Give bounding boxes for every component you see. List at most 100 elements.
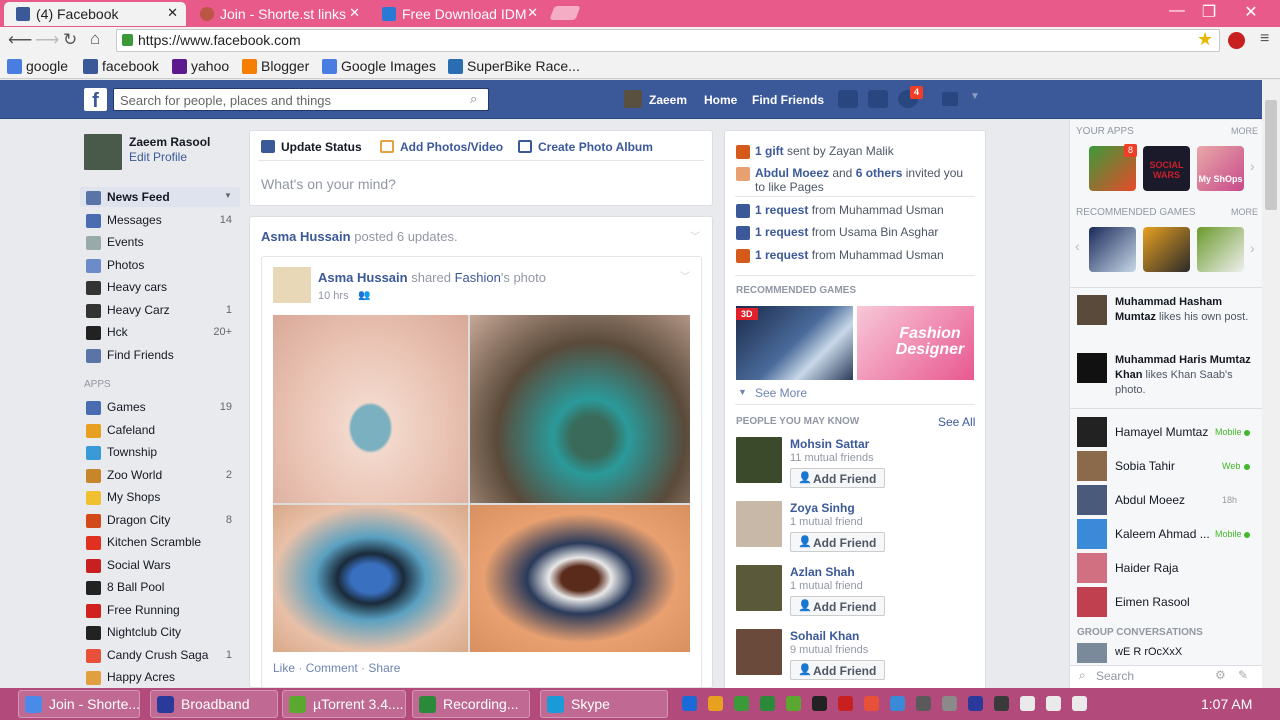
profile-link[interactable]: Zaeem	[649, 93, 687, 107]
post-timestamp[interactable]: 10 hrs	[318, 290, 349, 302]
chat-name[interactable]: Sobia Tahir	[1115, 459, 1175, 473]
tray-icon[interactable]	[942, 696, 957, 711]
tray-icon[interactable]	[760, 696, 775, 711]
gear-icon[interactable]: ⚙	[1215, 668, 1226, 682]
tray-icon[interactable]	[1046, 696, 1061, 711]
mutual-friends[interactable]: 1 mutual friend	[790, 580, 863, 592]
app-item-9[interactable]: Free Running	[107, 603, 180, 617]
game-racing-thumb[interactable]	[1089, 227, 1136, 272]
tab-idm[interactable]: Free Download IDM ✕	[370, 2, 546, 26]
ticker-avatar[interactable]	[1077, 295, 1107, 325]
tray-icon[interactable]	[890, 696, 905, 711]
app-item-4[interactable]: My Shops	[107, 490, 160, 504]
tray-icon[interactable]	[864, 696, 879, 711]
friend-requests-icon[interactable]	[838, 90, 858, 108]
page-link[interactable]: Fashion	[455, 270, 501, 285]
tray-icon[interactable]	[734, 696, 749, 711]
person-photo[interactable]	[736, 629, 782, 675]
see-more-link[interactable]: See More	[755, 386, 807, 400]
nav-item-3[interactable]: Photos	[107, 258, 144, 272]
nav-item-2[interactable]: Events	[107, 235, 144, 249]
chat-search-input[interactable]: Search	[1096, 669, 1134, 683]
privacy-icon[interactable]	[942, 92, 958, 106]
taskbar-button-4[interactable]: Skype	[540, 690, 668, 718]
home-link[interactable]: Home	[704, 93, 737, 107]
game-naruto-thumb[interactable]	[1143, 227, 1190, 272]
app-item-3[interactable]: Zoo World	[107, 468, 162, 482]
facebook-logo-icon[interactable]: f	[84, 88, 107, 112]
app-item-11[interactable]: Candy Crush Saga	[107, 648, 208, 662]
chat-avatar[interactable]	[1077, 451, 1107, 481]
home-icon[interactable]: ⌂	[90, 29, 100, 49]
mutual-friends[interactable]: 9 mutual friends	[790, 644, 868, 656]
add-photos-tab[interactable]: Add Photos/Video	[400, 140, 503, 154]
app-item-7[interactable]: Social Wars	[107, 558, 171, 572]
tray-icon[interactable]	[812, 696, 827, 711]
app-item-5[interactable]: Dragon City	[107, 513, 170, 527]
search-icon[interactable]: ⌕	[470, 91, 477, 107]
back-icon[interactable]: ⟵	[8, 30, 32, 50]
app-item-1[interactable]: Cafeland	[107, 423, 155, 437]
tray-icon[interactable]	[1020, 696, 1035, 711]
close-tab-icon[interactable]: ✕	[527, 5, 538, 21]
person-name[interactable]: Mohsin Sattar	[790, 437, 869, 451]
request-item[interactable]: 1 gift sent by Zayan Malik	[755, 144, 975, 158]
audience-icon[interactable]: 👥	[358, 290, 370, 301]
chevron-left-icon[interactable]: ‹	[1075, 238, 1080, 254]
more-link[interactable]: MORE	[1231, 207, 1258, 217]
messages-icon[interactable]	[868, 90, 888, 108]
taskbar-button-2[interactable]: µTorrent 3.4....	[282, 690, 406, 718]
person-photo[interactable]	[736, 437, 782, 483]
tray-icon[interactable]	[916, 696, 931, 711]
close-tab-icon[interactable]: ✕	[349, 5, 360, 21]
group-name[interactable]: wE R rOcXxX	[1115, 646, 1182, 658]
nav-item-5[interactable]: Heavy Carz	[107, 303, 170, 317]
chat-avatar[interactable]	[1077, 485, 1107, 515]
chat-avatar[interactable]	[1077, 519, 1107, 549]
app-item-12[interactable]: Happy Acres	[107, 670, 175, 684]
extension-icon[interactable]	[1228, 32, 1245, 49]
chat-name[interactable]: Eimen Rasool	[1115, 595, 1190, 609]
shared-photo[interactable]	[273, 315, 690, 652]
tray-icon[interactable]	[786, 696, 801, 711]
ticker-item[interactable]: Muhammad Hasham Mumtaz likes his own pos…	[1115, 295, 1257, 325]
app-my-shops[interactable]: My ShOps	[1197, 146, 1244, 191]
new-message-icon[interactable]: ✎	[1238, 668, 1248, 682]
nav-item-0[interactable]: News Feed	[107, 190, 170, 204]
chat-avatar[interactable]	[1077, 417, 1107, 447]
person-photo[interactable]	[736, 501, 782, 547]
add-friend-button[interactable]: 👤 Add Friend	[790, 532, 886, 552]
nav-item-4[interactable]: Heavy cars	[107, 280, 167, 294]
add-friend-button[interactable]: 👤 Add Friend	[790, 468, 886, 488]
person-photo[interactable]	[736, 565, 782, 611]
update-status-tab[interactable]: Update Status	[281, 140, 362, 154]
new-tab-button[interactable]	[549, 6, 581, 20]
clock[interactable]: 1:07 AM	[1201, 696, 1252, 712]
tray-icon[interactable]	[1072, 696, 1087, 711]
chat-name[interactable]: Kaleem Ahmad ...	[1115, 527, 1210, 541]
menu-icon[interactable]: ≡	[1260, 30, 1269, 48]
chevron-right-icon[interactable]: ›	[1250, 240, 1255, 256]
url-text[interactable]: https://www.facebook.com	[138, 32, 301, 48]
profile-name[interactable]: Zaeem Rasool	[129, 135, 210, 149]
request-item[interactable]: 1 request from Muhammad Usman	[755, 248, 975, 262]
star-icon[interactable]: ★	[1197, 29, 1213, 50]
minimize-icon[interactable]: —	[1162, 2, 1192, 22]
app-social-wars[interactable]: SOCIAL WARS	[1143, 146, 1190, 191]
status-input[interactable]: What's on your mind?	[261, 176, 396, 192]
profile-picture[interactable]	[84, 134, 122, 170]
taskbar-button-0[interactable]: Join - Shorte....	[18, 690, 140, 718]
close-window-icon[interactable]: ✕	[1236, 2, 1266, 22]
post-author-avatar[interactable]	[273, 267, 311, 303]
tray-icon[interactable]	[682, 696, 697, 711]
nav-item-6[interactable]: Hck	[107, 325, 128, 339]
more-link[interactable]: MORE	[1231, 126, 1258, 136]
post-author-link[interactable]: Asma Hussain	[318, 270, 408, 285]
bookmark-yahoo[interactable]: yahoo	[172, 58, 229, 74]
bookmark-superbike[interactable]: SuperBike Race...	[448, 58, 580, 74]
taskbar-button-1[interactable]: Broadband	[150, 690, 278, 718]
chevron-down-icon[interactable]: ﹀	[680, 268, 690, 283]
person-name[interactable]: Zoya Sinhg	[790, 501, 855, 515]
like-link[interactable]: Like	[273, 661, 295, 675]
chevron-down-icon[interactable]: ▼	[970, 91, 980, 102]
